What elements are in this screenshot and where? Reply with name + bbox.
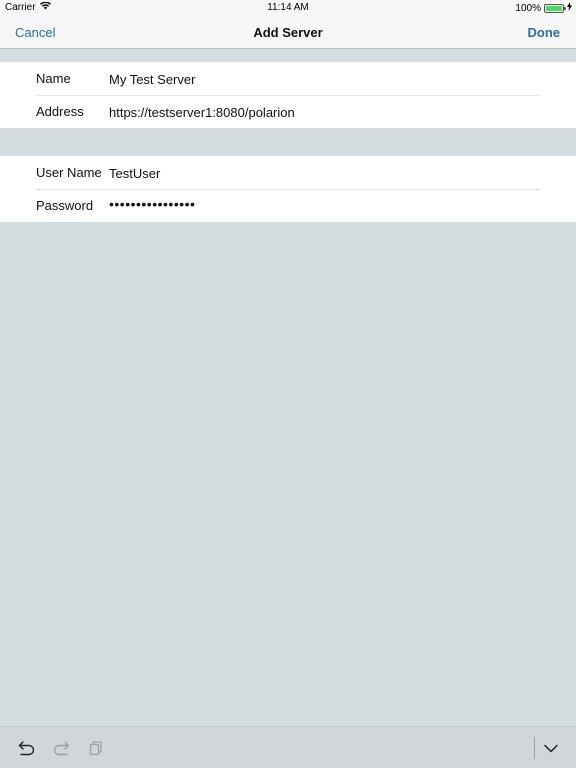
- battery-percent: 100%: [515, 2, 541, 14]
- username-field[interactable]: [109, 164, 539, 182]
- server-details-group: Name Address: [0, 62, 576, 128]
- undo-icon[interactable]: [17, 738, 37, 758]
- status-right: 100%: [515, 2, 572, 14]
- name-field[interactable]: [109, 70, 539, 88]
- status-time: 11:14 AM: [267, 2, 309, 13]
- password-row[interactable]: Password: [0, 189, 576, 222]
- toolbar-divider: [534, 737, 535, 759]
- name-label: Name: [36, 71, 71, 86]
- keyboard-shortcut-bar: [0, 726, 576, 768]
- address-label: Address: [36, 104, 84, 119]
- password-label: Password: [36, 198, 94, 213]
- address-field[interactable]: [109, 103, 539, 121]
- name-row[interactable]: Name: [0, 62, 576, 96]
- address-row[interactable]: Address: [0, 95, 576, 128]
- done-button[interactable]: Done: [528, 25, 561, 40]
- battery-icon: [544, 3, 566, 13]
- credentials-group: User Name Password: [0, 156, 576, 222]
- password-field[interactable]: [109, 195, 539, 213]
- username-label: User Name: [36, 165, 102, 180]
- paste-icon[interactable]: [86, 738, 106, 758]
- page-title: Add Server: [253, 25, 323, 40]
- keyboard-dismiss-icon[interactable]: [541, 738, 561, 758]
- nav-bar: Cancel Add Server Done: [0, 16, 576, 49]
- charging-icon: [567, 2, 572, 14]
- username-row[interactable]: User Name: [0, 156, 576, 190]
- status-bar: Carrier 11:14 AM 100%: [0, 0, 576, 16]
- redo-icon[interactable]: [51, 738, 71, 758]
